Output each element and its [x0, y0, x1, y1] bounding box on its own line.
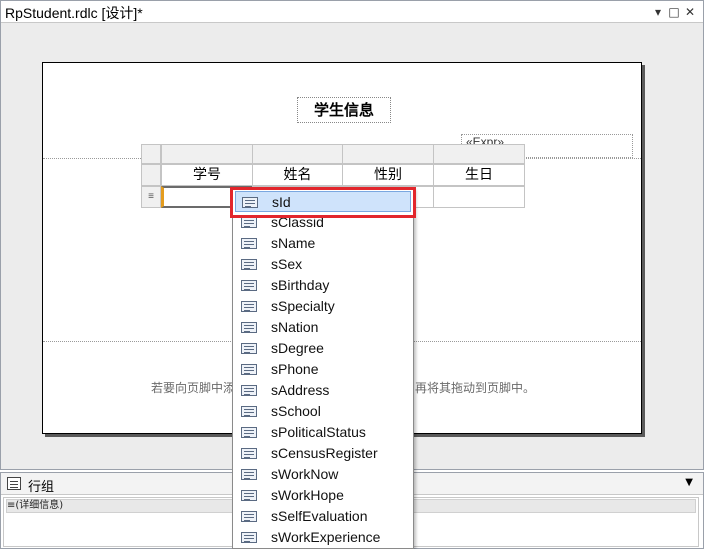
column-handle[interactable]: [342, 144, 434, 164]
column-handle[interactable]: [433, 144, 525, 164]
field-list-item[interactable]: sName: [235, 233, 411, 254]
field-icon: [241, 280, 257, 291]
field-list-item[interactable]: sId: [235, 191, 411, 212]
field-list-item[interactable]: sWorkHope: [235, 485, 411, 506]
header-row-handle[interactable]: [141, 164, 161, 186]
field-list-item-label: sSelfEvaluation: [271, 508, 368, 524]
field-list-item[interactable]: sClassid: [235, 212, 411, 233]
field-list-item-label: sWorkNow: [271, 466, 339, 482]
field-list-item-label: sSpecialty: [271, 298, 335, 314]
row-groups-icon: [7, 477, 21, 490]
report-title-textbox[interactable]: 学生信息: [297, 97, 391, 123]
field-icon: [241, 259, 257, 270]
field-icon: [241, 301, 257, 312]
field-list-item[interactable]: sWorkExperience: [235, 527, 411, 548]
grouping-dropdown-icon[interactable]: ▼: [685, 477, 693, 488]
field-list-item[interactable]: sNation: [235, 317, 411, 338]
field-list-item[interactable]: sAddress: [235, 380, 411, 401]
field-icon: [241, 469, 257, 480]
detail-row-handle[interactable]: ≡: [141, 186, 161, 208]
field-list-item-label: sName: [271, 235, 316, 251]
field-list-item-label: sBirthday: [271, 277, 330, 293]
field-list-item[interactable]: sDegree: [235, 338, 411, 359]
field-list-item[interactable]: sCensusRegister: [235, 443, 411, 464]
field-list-item-label: sId: [272, 194, 291, 210]
field-icon: [241, 406, 257, 417]
field-list-item[interactable]: sSpecialty: [235, 296, 411, 317]
field-icon: [242, 197, 258, 208]
column-header-birthday[interactable]: 生日: [433, 164, 525, 186]
field-list-item-label: sPhone: [271, 361, 319, 377]
field-icon: [241, 385, 257, 396]
field-icon: [241, 427, 257, 438]
field-list-item-label: sWorkHope: [271, 487, 344, 503]
field-icon: [241, 511, 257, 522]
field-icon: [241, 343, 257, 354]
field-list-item[interactable]: sBirthday: [235, 275, 411, 296]
field-list-item[interactable]: sPhone: [235, 359, 411, 380]
document-tab-title[interactable]: RpStudent.rdlc [设计]*: [5, 3, 143, 23]
field-list-item-label: sCensusRegister: [271, 445, 378, 461]
document-tab-bar: RpStudent.rdlc [设计]* ▾ □ ✕: [1, 1, 703, 23]
field-list-item-label: sNation: [271, 319, 319, 335]
footer-hint-right: 再将其拖动到页脚中。: [415, 381, 536, 395]
column-handle[interactable]: [161, 144, 253, 164]
field-list-item-label: sAddress: [271, 382, 330, 398]
column-header-student-id[interactable]: 学号: [161, 164, 253, 186]
field-list-item-label: sDegree: [271, 340, 324, 356]
field-list-item[interactable]: sSex: [235, 254, 411, 275]
field-icon: [241, 322, 257, 333]
field-icon: [241, 490, 257, 501]
table-corner-handle[interactable]: [141, 144, 161, 164]
column-header-name[interactable]: 姓名: [252, 164, 343, 186]
field-list-item[interactable]: sSelfEvaluation: [235, 506, 411, 527]
row-groups-title: 行组: [28, 480, 55, 495]
field-list-item-label: sSchool: [271, 403, 321, 419]
field-list-item[interactable]: sWorkNow: [235, 464, 411, 485]
column-handle[interactable]: [252, 144, 343, 164]
field-list-item-label: sSex: [271, 256, 303, 272]
field-icon: [241, 448, 257, 459]
field-icon: [241, 238, 257, 249]
field-list-item-label: sWorkExperience: [271, 529, 381, 545]
field-list-item[interactable]: sPoliticalStatus: [235, 422, 411, 443]
field-list-item-label: sPoliticalStatus: [271, 424, 366, 440]
close-icon[interactable]: ✕: [683, 5, 697, 19]
field-list-item-label: sClassid: [271, 214, 324, 230]
field-list-item[interactable]: sSchool: [235, 401, 411, 422]
column-header-gender[interactable]: 性别: [342, 164, 434, 186]
field-icon: [241, 364, 257, 375]
window-dropdown-icon[interactable]: ▾: [651, 5, 665, 19]
field-list-dropdown[interactable]: sId sClassid sName sSex sBirthday sSpecialty s…: [232, 188, 414, 549]
detail-cell-birthday[interactable]: [433, 186, 525, 208]
field-icon: [241, 532, 257, 543]
restore-icon[interactable]: □: [667, 5, 681, 19]
field-icon: [241, 217, 257, 228]
